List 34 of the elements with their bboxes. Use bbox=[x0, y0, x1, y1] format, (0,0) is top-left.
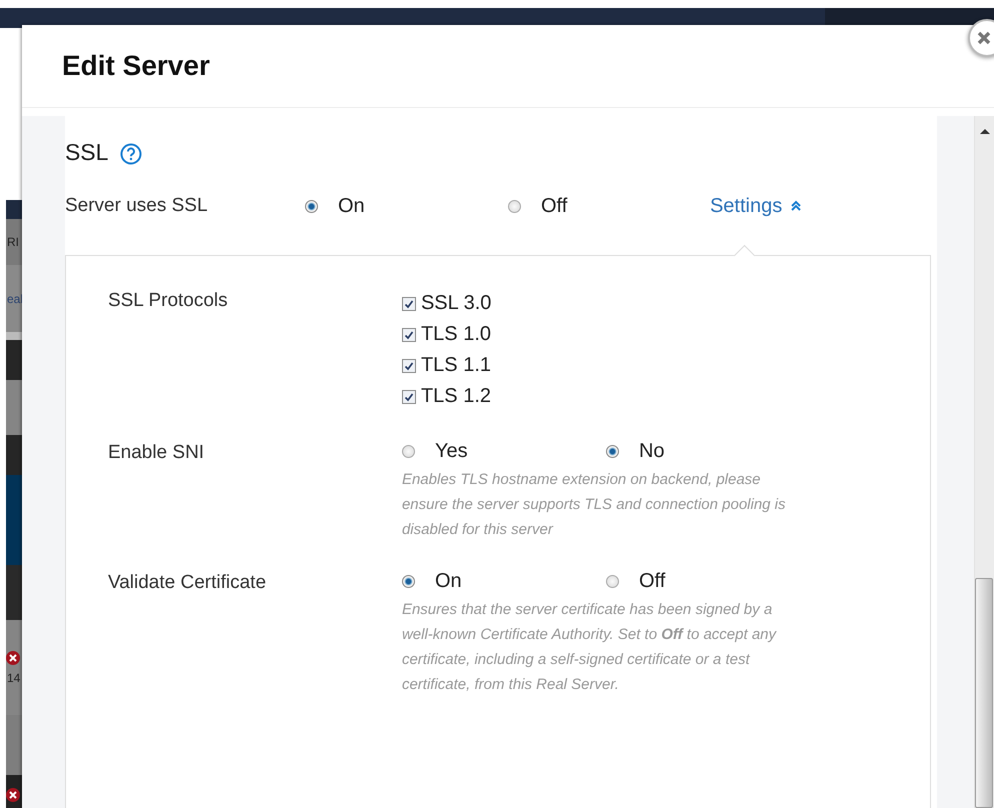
checkmark-icon bbox=[402, 328, 415, 340]
dialog-title: Edit Server bbox=[62, 50, 210, 82]
field-label: Enable SNI bbox=[108, 441, 206, 465]
checkbox-option[interactable]: SSL 3.0 bbox=[402, 288, 492, 319]
checkbox-option[interactable]: TLS 1.2 bbox=[402, 381, 492, 412]
error-icon bbox=[6, 788, 20, 802]
background-text: 14 bbox=[6, 670, 20, 684]
radio-option[interactable]: On bbox=[304, 194, 508, 218]
radio-option[interactable]: Off bbox=[606, 570, 666, 593]
error-icon bbox=[6, 650, 20, 664]
checkmark-icon bbox=[402, 390, 415, 402]
help-text: Enables TLS hostname extension on backend, please ensure the server supports TLS and connection pooling is disabled for this server bbox=[402, 470, 787, 540]
help-icon[interactable] bbox=[120, 143, 142, 165]
collapse-icon bbox=[790, 200, 802, 212]
checkbox-option[interactable]: TLS 1.1 bbox=[402, 350, 492, 381]
help-text: Ensures that the server certificate has been signed by a well-known Certificate Authority. Set to Off to accept any certificate, including a self-signed certificate or a test certificate, from this Real Server. bbox=[402, 600, 778, 695]
checkmark-icon bbox=[402, 360, 415, 372]
checkmark-icon bbox=[402, 298, 415, 310]
radio-option[interactable]: Yes bbox=[402, 440, 606, 463]
section-title: SSL bbox=[64, 138, 108, 166]
checkbox-option[interactable]: TLS 1.0 bbox=[402, 319, 492, 350]
radio-option[interactable]: Off bbox=[508, 194, 710, 218]
background-text: RI bbox=[6, 235, 19, 249]
background-text: eal bbox=[6, 292, 24, 306]
field-label: SSL Protocols bbox=[108, 289, 229, 313]
close-icon bbox=[977, 31, 991, 45]
radio-option[interactable]: No bbox=[606, 440, 665, 463]
field-label: Validate Certificate bbox=[108, 571, 268, 595]
scroll-up-icon[interactable] bbox=[980, 128, 990, 134]
field-label: Server uses SSL bbox=[64, 195, 209, 217]
radio-option[interactable]: On bbox=[402, 570, 606, 593]
scrollbar-thumb[interactable] bbox=[975, 578, 994, 808]
scrollbar[interactable] bbox=[974, 116, 994, 808]
settings-link[interactable]: Settings bbox=[710, 194, 802, 218]
